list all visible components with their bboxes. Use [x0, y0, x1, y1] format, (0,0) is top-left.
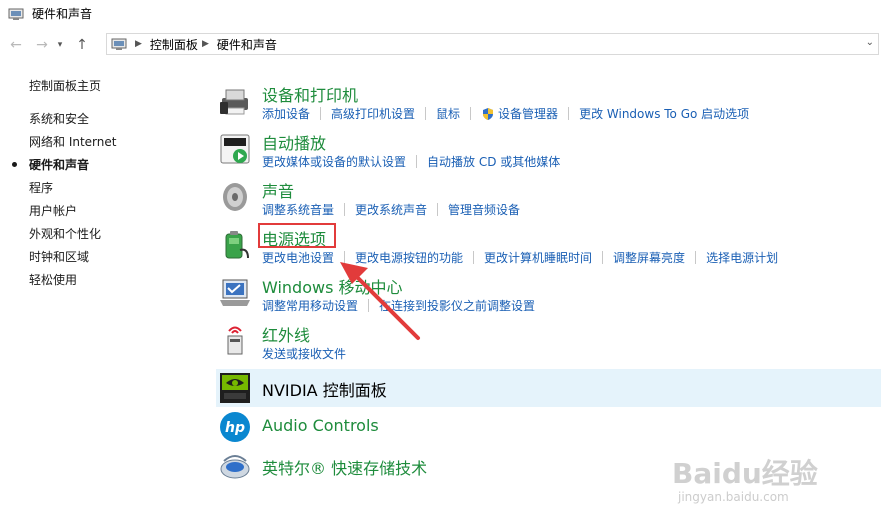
link-change-system-sounds[interactable]: 更改系统声音	[355, 201, 427, 218]
watermark-url: jingyan.baidu.com	[678, 490, 789, 504]
link-choose-power-plan[interactable]: 选择电源计划	[706, 249, 778, 266]
category-autoplay: 自动播放 更改媒体或设备的默认设置 自动播放 CD 或其他媒体	[216, 130, 881, 174]
highlight-box	[258, 223, 336, 248]
address-bar[interactable]: ▶ 控制面板 ▶ 硬件和声音 ⌄	[106, 33, 879, 55]
link-manage-audio-devices[interactable]: 管理音频设备	[448, 201, 520, 218]
category-title[interactable]: 设备和打印机	[262, 82, 358, 106]
divider	[344, 203, 346, 216]
link-send-receive-files[interactable]: 发送或接收文件	[262, 345, 346, 362]
link-mouse[interactable]: 鼠标	[436, 105, 460, 122]
printer-device-icon	[220, 89, 248, 115]
category-links: 调整常用移动设置 在连接到投影仪之前调整设置	[262, 297, 535, 314]
infrared-icon	[227, 326, 243, 355]
link-windows-to-go[interactable]: 更改 Windows To Go 启动选项	[579, 105, 749, 122]
divider	[368, 299, 370, 312]
category-links: 添加设备 高级打印机设置 鼠标 设备管理器 更改 Windows To Go 启…	[262, 105, 749, 122]
intel-storage-icon	[220, 455, 250, 479]
window-title: 硬件和声音	[32, 7, 93, 21]
sidebar-item-ease-of-access[interactable]: 轻松使用	[29, 271, 199, 294]
link-autoplay-cd[interactable]: 自动播放 CD 或其他媒体	[427, 153, 560, 170]
sidebar-item-appearance[interactable]: 外观和个性化	[29, 225, 199, 248]
sidebar-list: 系统和安全 网络和 Internet 硬件和声音 程序 用户帐户 外观和个性化 …	[12, 110, 199, 294]
breadcrumb-control-panel[interactable]: 控制面板	[150, 36, 198, 53]
hp-icon: hp	[220, 412, 250, 442]
divider	[344, 251, 346, 264]
divider	[437, 203, 439, 216]
forward-button[interactable]: →	[32, 34, 52, 56]
link-advanced-printer-settings[interactable]: 高级打印机设置	[331, 105, 415, 122]
sidebar-item-system-security[interactable]: 系统和安全	[29, 110, 199, 133]
category-title[interactable]: Windows 移动中心	[262, 274, 403, 298]
divider	[568, 107, 570, 120]
title-bar: 硬件和声音	[0, 0, 881, 27]
breadcrumb-hardware-sound[interactable]: 硬件和声音	[217, 36, 277, 53]
divider	[416, 155, 418, 168]
sidebar: 控制面板主页 系统和安全 网络和 Internet 硬件和声音 程序 用户帐户 …	[12, 77, 199, 294]
watermark: Baidu经验 jingyan.baidu.com	[672, 452, 872, 512]
category-title[interactable]: 红外线	[262, 322, 310, 346]
sidebar-item-user-accounts[interactable]: 用户帐户	[29, 202, 199, 225]
sidebar-home-link[interactable]: 控制面板主页	[29, 77, 199, 95]
autoplay-icon	[220, 134, 250, 164]
chevron-right-icon[interactable]: ▶	[135, 39, 142, 49]
category-audio-controls: hp Audio Controls	[216, 408, 881, 446]
category-links: 调整系统音量 更改系统声音 管理音频设备	[262, 201, 520, 218]
speaker-icon	[223, 183, 247, 211]
sidebar-item-network[interactable]: 网络和 Internet	[29, 133, 199, 156]
category-mobility-center: Windows 移动中心 调整常用移动设置 在连接到投影仪之前调整设置	[216, 274, 881, 318]
up-button[interactable]: ↑	[72, 34, 92, 56]
category-title[interactable]: 英特尔® 快速存储技术	[262, 455, 427, 479]
nvidia-icon	[220, 373, 250, 403]
sidebar-item-clock-region[interactable]: 时钟和区域	[29, 248, 199, 271]
link-change-media-defaults[interactable]: 更改媒体或设备的默认设置	[262, 153, 406, 170]
sidebar-item-programs[interactable]: 程序	[29, 179, 199, 202]
divider	[473, 251, 475, 264]
link-change-battery-settings[interactable]: 更改电池设置	[262, 249, 334, 266]
chevron-right-icon[interactable]: ▶	[202, 39, 209, 49]
link-projector-settings[interactable]: 在连接到投影仪之前调整设置	[379, 297, 535, 314]
divider	[320, 107, 322, 120]
category-infrared: 红外线 发送或接收文件	[216, 322, 881, 366]
divider	[602, 251, 604, 264]
arrow-up-icon: ↑	[76, 37, 88, 53]
navigation-bar: ← → ▾ ↑ ▶ 控制面板 ▶ 硬件和声音 ⌄	[0, 32, 881, 58]
category-title[interactable]: Audio Controls	[262, 416, 379, 435]
mobility-center-icon	[220, 279, 250, 306]
svg-text:hp: hp	[225, 420, 245, 436]
sidebar-item-hardware-sound[interactable]: 硬件和声音	[12, 156, 199, 179]
link-power-button-function[interactable]: 更改电源按钮的功能	[355, 249, 463, 266]
link-add-device[interactable]: 添加设备	[262, 105, 310, 122]
link-adjust-volume[interactable]: 调整系统音量	[262, 201, 334, 218]
divider	[695, 251, 697, 264]
recent-locations-button[interactable]: ▾	[54, 34, 66, 56]
category-sound: 声音 调整系统音量 更改系统声音 管理音频设备	[216, 178, 881, 222]
link-device-manager[interactable]: 设备管理器	[498, 105, 558, 122]
category-devices-printers: 设备和打印机 添加设备 高级打印机设置 鼠标 设备管理器 更改 Windows …	[216, 82, 881, 126]
divider	[470, 107, 472, 120]
link-change-sleep-time[interactable]: 更改计算机睡眠时间	[484, 249, 592, 266]
category-nvidia[interactable]: NVIDIA 控制面板	[216, 369, 881, 407]
category-links: 更改媒体或设备的默认设置 自动播放 CD 或其他媒体	[262, 153, 560, 170]
link-adjust-mobility-settings[interactable]: 调整常用移动设置	[262, 297, 358, 314]
arrow-left-icon: ←	[10, 37, 22, 53]
power-battery-icon	[225, 231, 249, 259]
chevron-down-icon: ▾	[57, 40, 63, 50]
link-adjust-brightness[interactable]: 调整屏幕亮度	[613, 249, 685, 266]
control-panel-icon	[111, 38, 127, 50]
uac-shield-icon	[483, 107, 494, 120]
category-title[interactable]: NVIDIA 控制面板	[262, 377, 387, 401]
address-dropdown-button[interactable]: ⌄	[866, 37, 874, 48]
category-title[interactable]: 自动播放	[262, 130, 326, 154]
category-links: 发送或接收文件	[262, 345, 346, 362]
watermark-logo-text: Baidu经验	[672, 457, 818, 490]
arrow-right-icon: →	[36, 37, 48, 53]
category-title[interactable]: 声音	[262, 178, 294, 202]
divider	[425, 107, 427, 120]
category-links: 更改电池设置 更改电源按钮的功能 更改计算机睡眠时间 调整屏幕亮度 选择电源计划	[262, 249, 778, 266]
back-button[interactable]: ←	[6, 34, 26, 56]
control-panel-icon	[8, 8, 24, 20]
